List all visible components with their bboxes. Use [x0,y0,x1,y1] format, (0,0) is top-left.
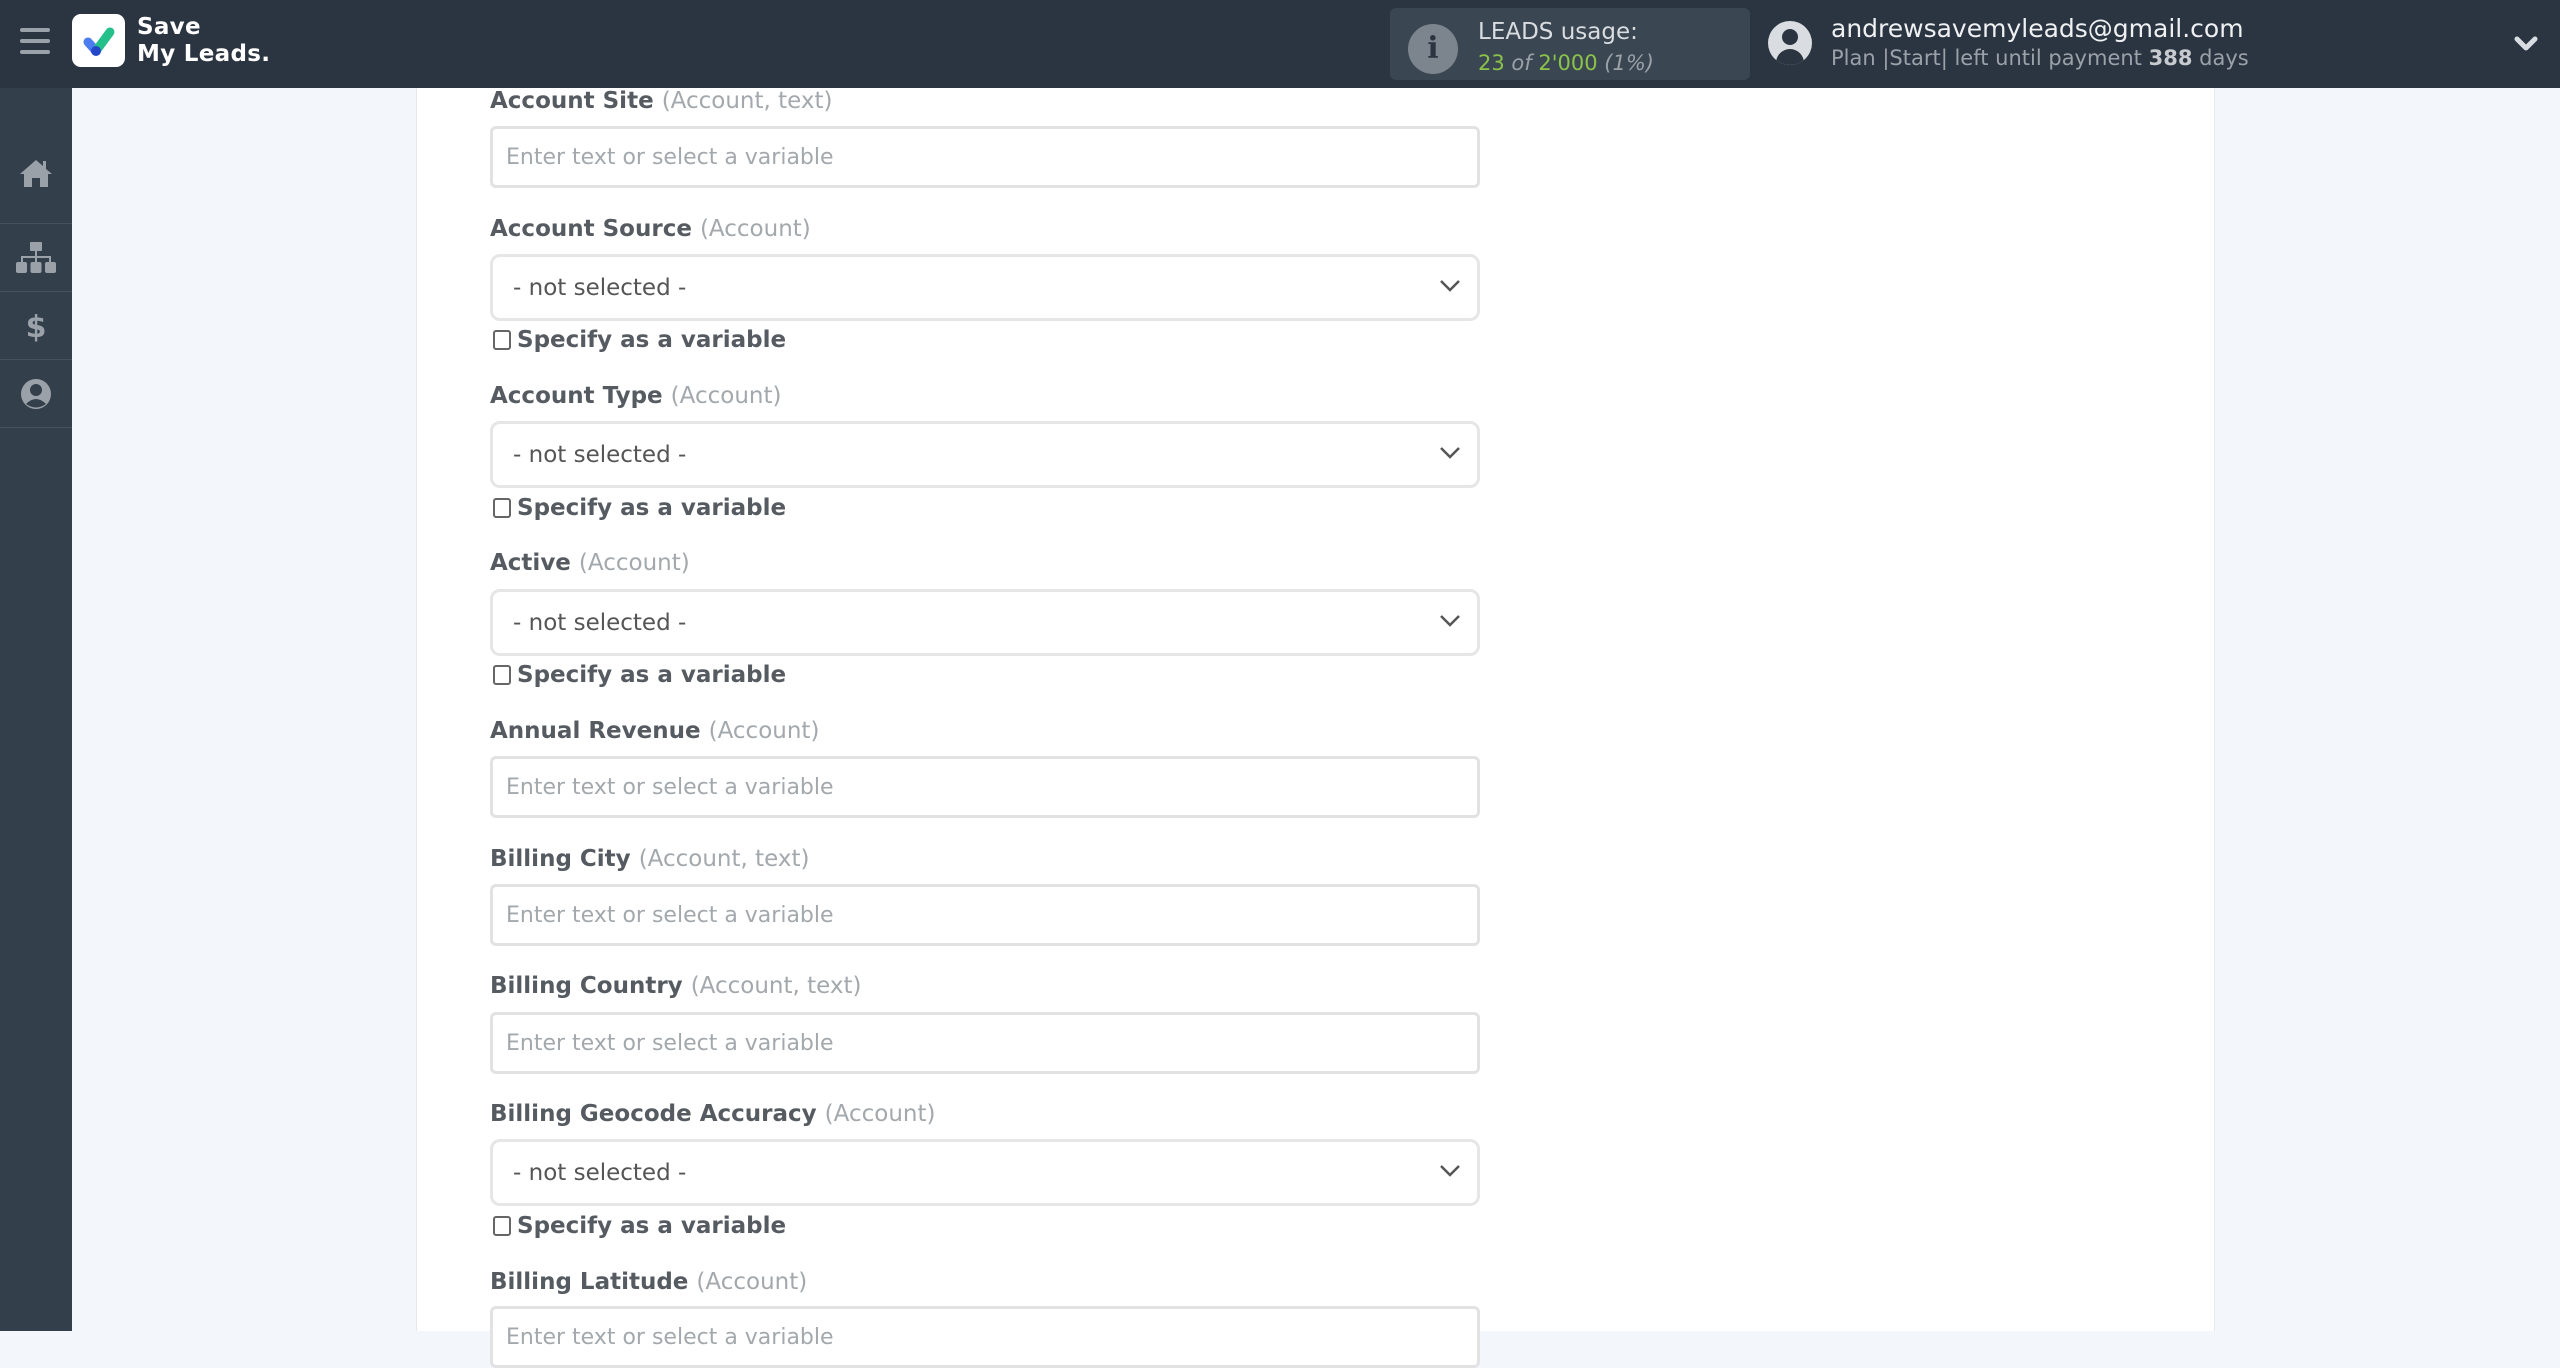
logo-icon[interactable] [72,14,125,67]
checkbox-label: Specify as a variable [517,662,787,688]
user-email[interactable]: andrewsavemyleads@gmail.com [1831,14,2244,43]
logo-line2: My Leads. [137,41,271,67]
chevron-down-icon [1440,1165,1460,1177]
menu-icon-bar [20,28,50,32]
checkbox[interactable] [493,330,511,350]
label-text: Active [490,550,571,576]
menu-toggle-button[interactable] [20,28,50,54]
checkbox[interactable] [493,498,511,518]
checkbox[interactable] [493,1216,511,1236]
top-header: Save My Leads. i LEADS usage: 23 of 2'00… [0,0,2560,88]
account-source-specify-variable[interactable]: Specify as a variable [493,327,786,353]
field-label-billing-geocode-accuracy: Billing Geocode Accuracy (Account) [490,1101,935,1127]
billing-geocode-accuracy-specify-variable[interactable]: Specify as a variable [493,1213,786,1239]
logo-line1: Save [137,14,201,40]
chevron-down-icon [1440,615,1460,627]
active-select[interactable]: - not selected - [490,589,1480,656]
field-label-annual-revenue: Annual Revenue (Account) [490,718,819,744]
sidebar-item-connections[interactable] [0,224,72,292]
field-label-account-site: Account Site (Account, text) [490,88,833,114]
field-label-active: Active (Account) [490,550,690,576]
field-label-billing-latitude: Billing Latitude (Account) [490,1269,807,1295]
label-text: Account Site [490,88,654,114]
usage-of: of [1511,51,1532,75]
billing-city-input[interactable] [490,884,1480,946]
active-specify-variable[interactable]: Specify as a variable [493,662,786,688]
usage-label: LEADS usage: [1478,19,1638,45]
label-text: Annual Revenue [490,718,701,744]
label-hint: (Account) [670,383,782,409]
account-source-select[interactable]: - not selected - [490,254,1480,321]
sidebar-item-billing[interactable]: $ [0,292,72,360]
sitemap-icon [16,241,56,273]
checkbox-label: Specify as a variable [517,327,787,353]
label-hint: (Account) [824,1101,936,1127]
label-text: Billing City [490,846,631,872]
menu-icon-bar [20,50,50,54]
label-text: Account Source [490,216,692,242]
label-text: Billing Country [490,973,683,999]
chevron-down-icon [1440,447,1460,459]
label-text: Account Type [490,383,663,409]
plan-days: 388 [2148,46,2193,70]
field-label-account-type: Account Type (Account) [490,383,781,409]
annual-revenue-input[interactable] [490,756,1480,818]
select-value: - not selected - [513,1160,687,1186]
info-icon: i [1408,24,1458,74]
label-hint: (Account) [699,216,811,242]
account-type-select[interactable]: - not selected - [490,421,1480,488]
label-text: Billing Geocode Accuracy [490,1101,817,1127]
leads-usage-panel: i LEADS usage: 23 of 2'000 (1%) [1390,8,1750,80]
select-value: - not selected - [513,275,687,301]
label-hint: (Account, text) [690,973,862,999]
sidebar-item-home[interactable] [0,88,72,224]
field-label-billing-city: Billing City (Account, text) [490,846,810,872]
checkbox-label: Specify as a variable [517,495,787,521]
plan-prefix: Plan |Start| left until payment [1831,46,2142,70]
account-menu-chevron-down-icon[interactable] [2512,30,2540,58]
dollar-icon: $ [26,310,47,342]
label-hint: (Account) [696,1269,808,1295]
user-avatar-icon[interactable] [1768,21,1812,65]
checkbox-label: Specify as a variable [517,1213,787,1239]
usage-used: 23 [1478,51,1505,75]
field-label-billing-country: Billing Country (Account, text) [490,973,862,999]
sidebar: $ [0,88,72,1331]
plan-info: Plan |Start| left until payment 388 days [1831,46,2249,70]
billing-latitude-input[interactable] [490,1306,1480,1368]
label-text: Billing Latitude [490,1269,689,1295]
label-hint: (Account, text) [661,88,833,114]
home-icon [20,159,52,187]
billing-geocode-accuracy-select[interactable]: - not selected - [490,1139,1480,1206]
user-circle-icon [21,378,51,409]
plan-suffix: days [2199,46,2249,70]
svg-text:$: $ [26,310,47,342]
label-hint: (Account, text) [638,846,810,872]
usage-value: 23 of 2'000 (1%) [1478,51,1654,75]
label-hint: (Account) [708,718,820,744]
menu-icon-bar [20,39,50,43]
sidebar-item-account[interactable] [0,360,72,428]
field-label-account-source: Account Source (Account) [490,216,811,242]
select-value: - not selected - [513,610,687,636]
logo-text[interactable]: Save My Leads. [137,14,270,68]
billing-country-input[interactable] [490,1012,1480,1074]
select-value: - not selected - [513,442,687,468]
account-site-input[interactable] [490,126,1480,188]
usage-percent: (1%) [1604,51,1654,75]
label-hint: (Account) [578,550,690,576]
account-type-specify-variable[interactable]: Specify as a variable [493,495,786,521]
checkbox[interactable] [493,665,511,685]
usage-total: 2'000 [1538,51,1598,75]
chevron-down-icon [1440,280,1460,292]
